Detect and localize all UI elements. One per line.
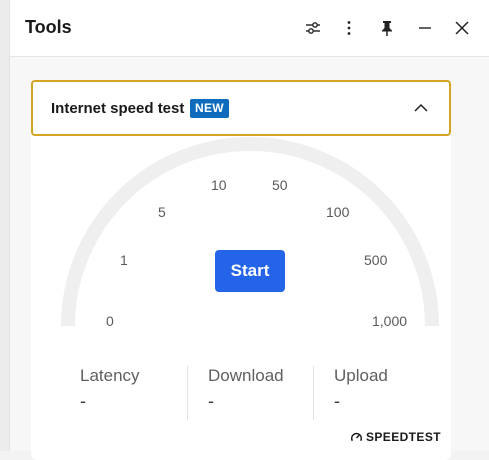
download-label: Download	[208, 366, 284, 385]
pane-title: Tools	[25, 17, 72, 37]
close-icon	[455, 21, 469, 35]
close-button[interactable]	[448, 14, 476, 42]
gauge-label-50: 50	[272, 177, 288, 193]
speedtest-branding[interactable]: SPEEDTEST	[350, 430, 441, 444]
gauge-label-500: 500	[364, 252, 388, 268]
more-options-icon	[347, 21, 351, 35]
pane-header: Tools	[10, 0, 489, 57]
speed-test-title: Internet speed test	[51, 100, 185, 117]
speed-test-accordion-header[interactable]: Internet speed test NEW	[31, 80, 451, 136]
pin-icon	[382, 21, 392, 36]
background-panel-edge	[0, 0, 9, 451]
minimize-icon	[419, 27, 431, 29]
stat-divider	[187, 366, 188, 420]
gauge-label-100: 100	[326, 204, 350, 220]
download-stat: Download -	[208, 366, 318, 412]
upload-label: Upload	[334, 366, 388, 385]
settings-button[interactable]	[299, 14, 327, 42]
stat-divider	[313, 366, 314, 420]
pin-button[interactable]	[373, 14, 401, 42]
upload-value: -	[334, 391, 340, 411]
minimize-button[interactable]	[411, 14, 439, 42]
upload-stat: Upload -	[334, 366, 444, 412]
chevron-up-icon[interactable]	[409, 96, 433, 120]
gauge-label-10: 10	[211, 177, 227, 193]
latency-stat: Latency -	[80, 366, 190, 412]
download-value: -	[208, 391, 214, 411]
speedtest-logo-icon	[351, 432, 362, 441]
latency-label: Latency	[80, 366, 140, 385]
gauge-label-0: 0	[106, 313, 114, 329]
gauge-label-5: 5	[158, 204, 166, 220]
more-options-button[interactable]	[335, 14, 363, 42]
settings-sliders-icon	[306, 22, 320, 34]
latency-value: -	[80, 391, 86, 411]
new-badge: NEW	[190, 99, 229, 118]
speedtest-brand-text: SPEEDTEST	[366, 430, 441, 444]
start-button[interactable]: Start	[215, 250, 285, 292]
gauge-label-1000: 1,000	[372, 313, 408, 329]
gauge-label-1: 1	[120, 252, 128, 268]
